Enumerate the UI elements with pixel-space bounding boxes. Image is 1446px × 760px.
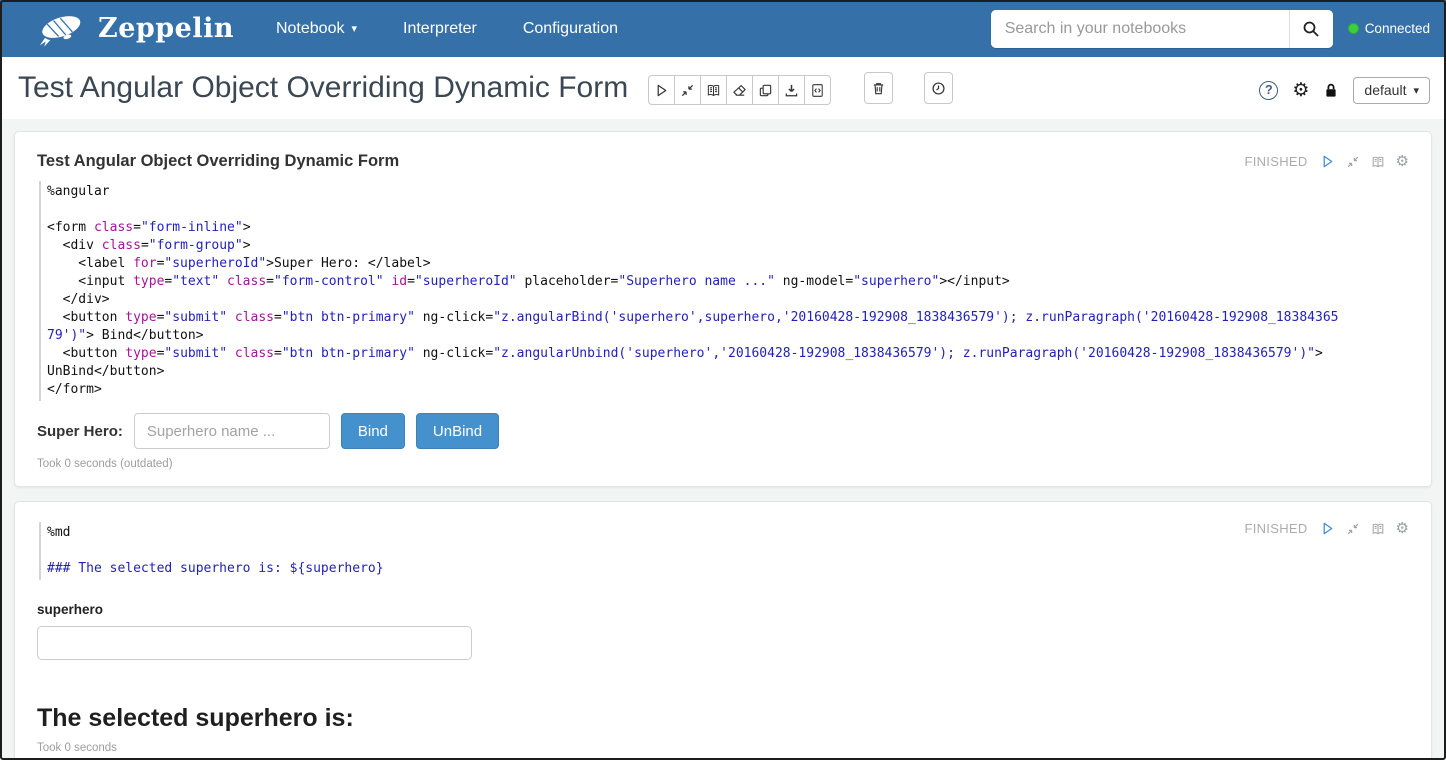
zeppelin-airship-icon xyxy=(34,10,88,48)
collapse-icon[interactable] xyxy=(674,75,701,105)
brand-name: Zeppelin xyxy=(98,13,234,44)
note-header: Test Angular Object Overriding Dynamic F… xyxy=(0,57,1446,119)
note-toolbar xyxy=(648,75,831,105)
settings-gear-icon[interactable]: ⚙ xyxy=(1292,81,1309,100)
status-badge: FINISHED xyxy=(1244,154,1307,169)
nav-item-interpreter[interactable]: Interpreter xyxy=(403,20,477,38)
scheduler-clock-icon[interactable] xyxy=(924,72,953,104)
superhero-name-input[interactable] xyxy=(134,413,330,449)
caret-down-icon: ▾ xyxy=(1413,84,1419,97)
search-icon xyxy=(1302,20,1320,38)
code-editor-markdown[interactable]: %md ### The selected superhero is: ${sup… xyxy=(39,522,1409,580)
show-editor-icon[interactable] xyxy=(1371,155,1385,169)
code-editor-angular[interactable]: %angular <form class="form-inline"> <div… xyxy=(39,181,1409,401)
green-dot-icon xyxy=(1348,23,1359,34)
search-button[interactable] xyxy=(1289,10,1333,48)
markdown-output: superhero The selected superhero is: xyxy=(37,602,1409,733)
paragraph-settings-icon[interactable]: ⚙ xyxy=(1396,521,1409,536)
clear-output-icon[interactable] xyxy=(726,75,753,105)
clone-note-icon[interactable] xyxy=(752,75,779,105)
selected-superhero-heading: The selected superhero is: xyxy=(37,704,1409,733)
notebook-search xyxy=(991,10,1333,48)
zeppelin-logo[interactable]: Zeppelin xyxy=(34,10,234,48)
superhero-value-input[interactable] xyxy=(37,626,472,660)
paragraph-status-bar: FINISHED ⚙ xyxy=(1244,154,1409,169)
run-all-icon[interactable] xyxy=(648,75,675,105)
interpreter-binding-button[interactable]: default ▾ xyxy=(1353,77,1430,104)
top-navbar: Zeppelin Notebook ▾ Interpreter Configur… xyxy=(0,0,1446,57)
show-hide-code-icon[interactable] xyxy=(700,75,727,105)
collapse-paragraph-icon[interactable] xyxy=(1346,155,1360,169)
paragraph-angular: Test Angular Object Overriding Dynamic F… xyxy=(14,131,1432,487)
paragraph-title: Test Angular Object Overriding Dynamic F… xyxy=(37,152,399,171)
delete-note-icon[interactable] xyxy=(864,72,893,104)
run-paragraph-icon[interactable] xyxy=(1320,154,1335,169)
nav-item-configuration[interactable]: Configuration xyxy=(523,20,618,38)
paragraph-status-bar: FINISHED ⚙ xyxy=(1244,521,1409,536)
collapse-paragraph-icon[interactable] xyxy=(1346,522,1360,536)
paragraph-markdown: FINISHED ⚙ %md ### The selected superher… xyxy=(14,501,1432,760)
search-input[interactable] xyxy=(991,10,1289,48)
execution-time: Took 0 seconds xyxy=(37,742,1409,754)
angular-output-form: Super Hero: Bind UnBind xyxy=(37,413,1409,449)
connection-label: Connected xyxy=(1365,21,1430,36)
note-body: Test Angular Object Overriding Dynamic F… xyxy=(0,119,1446,760)
show-editor-icon[interactable] xyxy=(1371,522,1385,536)
connection-status: Connected xyxy=(1348,21,1430,36)
code-view-icon[interactable] xyxy=(804,75,831,105)
status-badge: FINISHED xyxy=(1244,521,1307,536)
paragraph-settings-icon[interactable]: ⚙ xyxy=(1396,154,1409,169)
help-icon[interactable]: ? xyxy=(1259,81,1278,100)
export-note-icon[interactable] xyxy=(778,75,805,105)
main-nav: Notebook ▾ Interpreter Configuration xyxy=(276,20,618,38)
caret-down-icon: ▾ xyxy=(351,22,357,35)
lock-icon[interactable] xyxy=(1323,82,1339,99)
superhero-field-label: superhero xyxy=(37,602,1409,617)
execution-time: Took 0 seconds (outdated) xyxy=(37,458,1409,470)
unbind-button[interactable]: UnBind xyxy=(416,413,499,449)
nav-item-notebook[interactable]: Notebook ▾ xyxy=(276,20,357,38)
note-title[interactable]: Test Angular Object Overriding Dynamic F… xyxy=(18,71,628,105)
bind-button[interactable]: Bind xyxy=(341,413,405,449)
run-paragraph-icon[interactable] xyxy=(1320,521,1335,536)
superhero-label: Super Hero: xyxy=(37,423,123,440)
